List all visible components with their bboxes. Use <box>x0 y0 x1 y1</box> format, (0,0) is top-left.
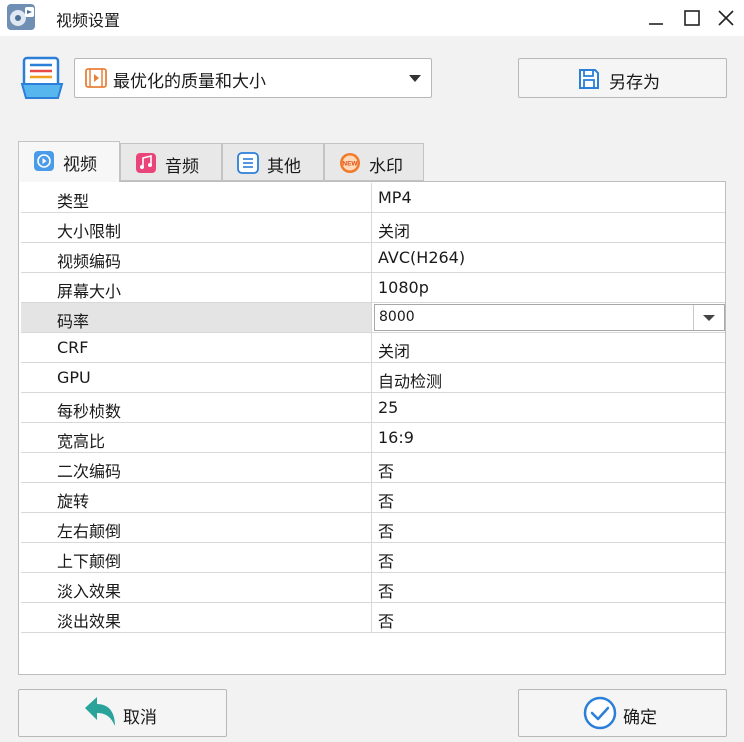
bitrate-value: 8000 <box>379 309 415 325</box>
check-circle-icon <box>583 696 617 730</box>
preset-dropdown[interactable]: 最优化的质量和大小 <box>74 58 432 98</box>
table-row[interactable]: 淡入效果 否 <box>21 573 725 603</box>
row-value: 1080p <box>378 278 429 297</box>
row-value: 否 <box>378 552 395 571</box>
row-value: 关闭 <box>378 342 411 361</box>
preset-selected-value: 最优化的质量和大小 <box>113 72 266 92</box>
title-bar: 视频设置 <box>0 0 744 36</box>
row-label: 淡入效果 <box>57 582 122 601</box>
ok-label: 确定 <box>623 708 657 728</box>
row-label: GPU <box>57 368 91 387</box>
table-row[interactable]: 大小限制 关闭 <box>21 213 725 243</box>
table-row[interactable]: 淡出效果 否 <box>21 603 725 633</box>
row-label: 屏幕大小 <box>57 282 122 301</box>
table-row[interactable]: 视频编码 AVC(H264) <box>21 243 725 273</box>
cancel-label: 取消 <box>123 708 157 728</box>
new-badge-icon: NEW <box>340 153 360 173</box>
tab-video-label: 视频 <box>63 155 97 175</box>
tab-audio[interactable]: 音频 <box>120 143 222 181</box>
tab-watermark[interactable]: NEW 水印 <box>324 143 424 181</box>
minimize-icon[interactable] <box>644 6 668 30</box>
table-row[interactable]: 类型 MP4 <box>21 183 725 213</box>
row-label: 每秒桢数 <box>57 402 122 421</box>
chevron-down-icon[interactable] <box>703 315 715 321</box>
row-label: 旋转 <box>57 492 90 511</box>
row-label: 淡出效果 <box>57 612 122 631</box>
row-value: AVC(H264) <box>378 248 466 267</box>
tab-watermark-label: 水印 <box>369 157 403 177</box>
new-badge-text: NEW <box>342 161 358 168</box>
music-note-icon <box>136 153 156 173</box>
row-label: 类型 <box>57 192 90 211</box>
table-row[interactable]: 每秒桢数 25 <box>21 393 725 423</box>
table-row[interactable]: 上下颠倒 否 <box>21 543 725 573</box>
table-row[interactable]: GPU 自动检测 <box>21 363 725 393</box>
tab-other-label: 其他 <box>267 157 301 177</box>
tab-other[interactable]: 其他 <box>222 143 324 181</box>
list-icon <box>237 152 259 174</box>
window-title: 视频设置 <box>56 11 121 30</box>
save-as-button[interactable]: 另存为 <box>518 58 727 98</box>
settings-table: 类型 MP4 大小限制 关闭 视频编码 AVC(H264) 屏幕大小 1080p… <box>18 181 726 675</box>
row-value: 否 <box>378 462 395 481</box>
save-disk-icon <box>579 69 599 89</box>
bitrate-dropdown[interactable]: 8000 <box>374 304 725 331</box>
row-value: MP4 <box>378 188 412 207</box>
row-value: 关闭 <box>378 222 411 241</box>
row-value: 否 <box>378 522 395 541</box>
row-value: 否 <box>378 612 395 631</box>
row-value: 否 <box>378 582 395 601</box>
table-row[interactable]: 屏幕大小 1080p <box>21 273 725 303</box>
chevron-down-icon <box>409 75 421 82</box>
table-row[interactable]: 左右颠倒 否 <box>21 513 725 543</box>
film-icon <box>85 68 107 88</box>
cancel-button[interactable]: 取消 <box>18 689 227 737</box>
table-row[interactable]: 二次编码 否 <box>21 453 725 483</box>
row-label: 大小限制 <box>57 222 122 241</box>
row-label: 上下颠倒 <box>57 552 122 571</box>
back-arrow-icon <box>85 697 115 726</box>
row-value: 25 <box>378 398 399 417</box>
table-row[interactable]: CRF 关闭 <box>21 333 725 363</box>
ok-button[interactable]: 确定 <box>518 689 727 737</box>
table-row-selected[interactable]: 码率 8000 <box>21 303 725 333</box>
play-circle-icon <box>34 151 54 171</box>
row-label: 二次编码 <box>57 462 122 481</box>
row-value: 否 <box>378 492 395 511</box>
app-logo-icon <box>7 4 35 30</box>
close-icon[interactable] <box>714 6 738 30</box>
row-value: 自动检测 <box>378 372 443 391</box>
row-label: CRF <box>57 338 89 357</box>
tab-video[interactable]: 视频 <box>18 141 120 182</box>
tab-audio-label: 音频 <box>165 157 199 177</box>
maximize-icon[interactable] <box>680 6 704 30</box>
save-as-label: 另存为 <box>609 73 660 93</box>
preset-list-icon <box>20 56 64 99</box>
row-label: 宽高比 <box>57 432 106 451</box>
table-row[interactable]: 宽高比 16:9 <box>21 423 725 453</box>
row-label: 视频编码 <box>57 252 122 271</box>
row-label: 左右颠倒 <box>57 522 122 541</box>
row-label: 码率 <box>57 312 90 331</box>
row-value: 16:9 <box>378 428 414 447</box>
table-row[interactable]: 旋转 否 <box>21 483 725 513</box>
